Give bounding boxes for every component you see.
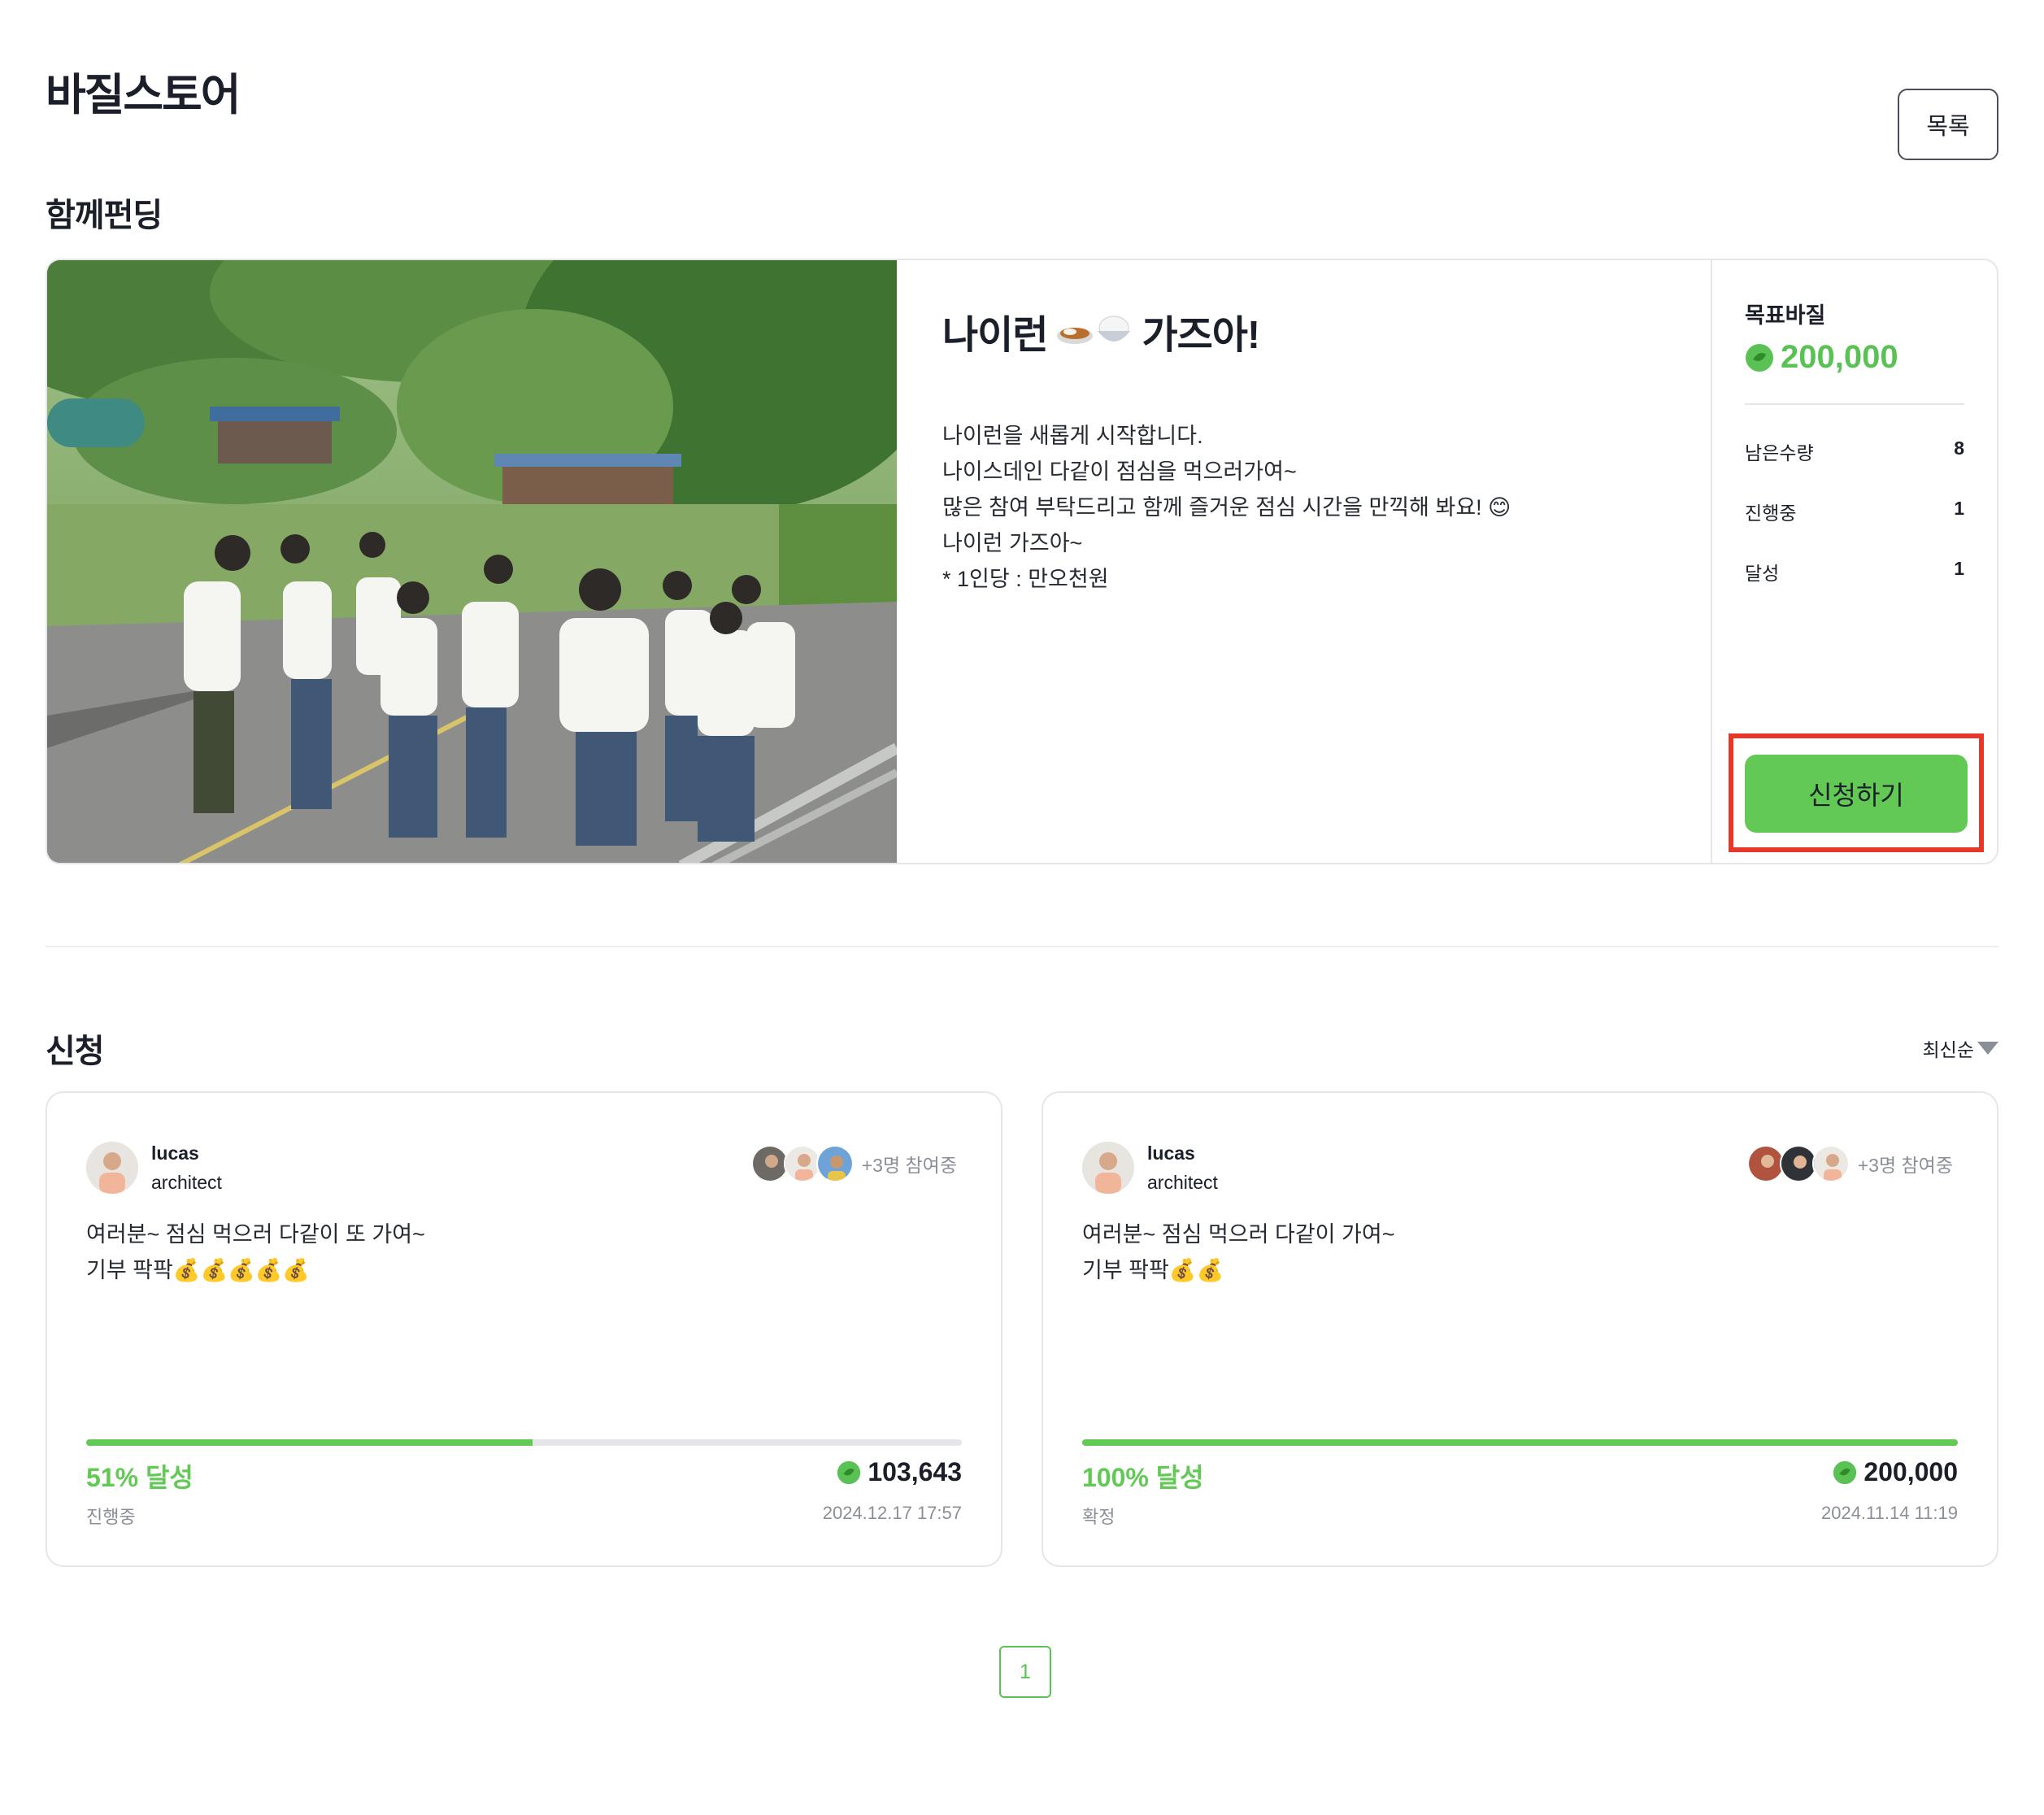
funding-description: 나이런을 새롭게 시작합니다. 나이스데인 다같이 점심을 먹으러가여~ 많은 … xyxy=(942,418,1665,597)
stat-value: 8 xyxy=(1954,437,1964,459)
funding-body: 나이런 가즈아! 나이런을 새롭게 시작합니다. 나이스데인 다같이 점심을 먹… xyxy=(897,260,1711,863)
description-line: * 1인당 : 만오천원 xyxy=(942,567,1109,591)
basil-coin-icon xyxy=(1833,1460,1857,1484)
stat-label: 남은수량 xyxy=(1745,442,1814,464)
participant-avatar xyxy=(1746,1145,1785,1182)
card-amount: 103,643 xyxy=(837,1457,962,1487)
sort-label: 최신순 xyxy=(1922,1039,1974,1060)
stat-achieved: 달성 1 xyxy=(1745,558,1964,585)
stat-value: 1 xyxy=(1954,498,1964,519)
applications-section-title: 신청 xyxy=(46,1034,105,1069)
participant-avatar xyxy=(1779,1145,1817,1182)
progress-bar xyxy=(86,1439,962,1446)
apply-button[interactable]: 신청하기 xyxy=(1745,755,1968,833)
card-status: 확정 xyxy=(1082,1507,1116,1527)
progress-fill xyxy=(86,1439,533,1446)
description-line: 나이런을 새롭게 시작합니다. xyxy=(942,424,1203,448)
participants-count: +3명 참여중 xyxy=(861,1155,957,1176)
card-amount-value: 200,000 xyxy=(1864,1457,1958,1486)
participant-avatar xyxy=(815,1145,854,1182)
user-name: lucas xyxy=(151,1143,199,1164)
card-amount-value: 103,643 xyxy=(868,1457,962,1486)
application-card[interactable]: lucas architect +3명 참여중 여러분~ 점심 먹으러 다같이 … xyxy=(1042,1091,1998,1567)
funding-section-title: 함께펀딩 xyxy=(46,198,163,233)
card-message: 여러분~ 점심 먹으러 다같이 또 가여~ 기부 팍팍💰💰💰💰💰 xyxy=(86,1217,425,1288)
list-button[interactable]: 목록 xyxy=(1898,89,1998,160)
card-amount: 200,000 xyxy=(1833,1457,1958,1487)
user-role: architect xyxy=(1147,1172,1218,1193)
application-card[interactable]: lucas architect +3명 참여중 여러분~ 점심 먹으러 다같이 … xyxy=(46,1091,1002,1567)
funding-name: 나이런 가즈아! xyxy=(942,302,1665,359)
description-line: 나이런 가즈아~ xyxy=(942,531,1083,555)
user-role: architect xyxy=(151,1172,222,1193)
participants: +3명 참여중 xyxy=(1746,1145,1953,1182)
funding-sidebar: 목표바질 200,000 남은수량 8 진행중 1 달성 1 신청하기 xyxy=(1711,260,1997,863)
percent-achieved: 100% 달성 xyxy=(1082,1463,1204,1492)
store-title: 바질스토어 xyxy=(46,71,241,120)
user-info: lucas architect xyxy=(86,1138,222,1197)
goal-amount-value: 200,000 xyxy=(1781,339,1898,375)
avatar xyxy=(1082,1142,1134,1194)
stat-value: 1 xyxy=(1954,558,1964,579)
page: 바질스토어 목록 함께펀딩 나이런 가즈아! 나이런을 새롭게 시작합니다. 나… xyxy=(46,0,1998,1815)
participant-avatar xyxy=(750,1145,789,1182)
card-date: 2024.12.17 17:57 xyxy=(822,1503,962,1523)
message-line: 기부 팍팍💰💰💰💰💰 xyxy=(86,1258,310,1282)
card-message: 여러분~ 점심 먹으러 다같이 가여~ 기부 팍팍💰💰 xyxy=(1082,1217,1394,1288)
basil-coin-icon xyxy=(1746,343,1773,372)
food-icons xyxy=(1055,311,1133,350)
stat-in-progress: 진행중 1 xyxy=(1745,498,1964,525)
description-line: 나이스데인 다같이 점심을 먹으러가여~ xyxy=(942,459,1297,484)
caret-down-icon xyxy=(1977,1042,1998,1055)
progress-fill xyxy=(1082,1439,1958,1446)
participants-count: +3명 참여중 xyxy=(1857,1155,1953,1176)
funding-name-suffix: 가즈아! xyxy=(1142,314,1259,357)
participant-avatar xyxy=(1811,1145,1850,1182)
page-number-button[interactable]: 1 xyxy=(999,1646,1051,1698)
avatar xyxy=(86,1142,138,1194)
section-divider xyxy=(46,946,1998,947)
progress-bar xyxy=(1082,1439,1958,1446)
sort-dropdown[interactable]: 최신순 xyxy=(1923,1034,1998,1062)
goal-amount: 200,000 xyxy=(1745,339,1964,376)
stat-label: 진행중 xyxy=(1745,503,1797,524)
message-line: 여러분~ 점심 먹으러 다같이 또 가여~ xyxy=(86,1222,425,1247)
user-name: lucas xyxy=(1147,1143,1195,1164)
card-status: 진행중 xyxy=(86,1507,136,1527)
stat-label: 달성 xyxy=(1745,563,1780,584)
divider xyxy=(1745,403,1964,405)
participants: +3명 참여중 xyxy=(750,1145,957,1182)
description-line: 많은 참여 부탁드리고 함께 즐거운 점심 시간을 만끽해 봐요! 😊 xyxy=(942,495,1511,520)
stat-remaining: 남은수량 8 xyxy=(1745,437,1964,465)
curry-icon xyxy=(1057,328,1094,344)
message-line: 여러분~ 점심 먹으러 다같이 가여~ xyxy=(1082,1222,1395,1247)
goal-label: 목표바질 xyxy=(1745,303,1826,328)
participant-avatar xyxy=(783,1145,821,1182)
funding-photo xyxy=(47,260,897,863)
basil-coin-icon xyxy=(837,1460,861,1484)
funding-name-prefix: 나이런 xyxy=(942,314,1048,357)
percent-achieved: 51% 달성 xyxy=(86,1463,194,1492)
funding-card: 나이런 가즈아! 나이런을 새롭게 시작합니다. 나이스데인 다같이 점심을 먹… xyxy=(46,259,1998,864)
user-info: lucas architect xyxy=(1082,1138,1218,1197)
card-date: 2024.11.14 11:19 xyxy=(1820,1503,1958,1523)
message-line: 기부 팍팍💰💰 xyxy=(1082,1258,1224,1282)
rice-bowl-icon xyxy=(1098,316,1131,342)
